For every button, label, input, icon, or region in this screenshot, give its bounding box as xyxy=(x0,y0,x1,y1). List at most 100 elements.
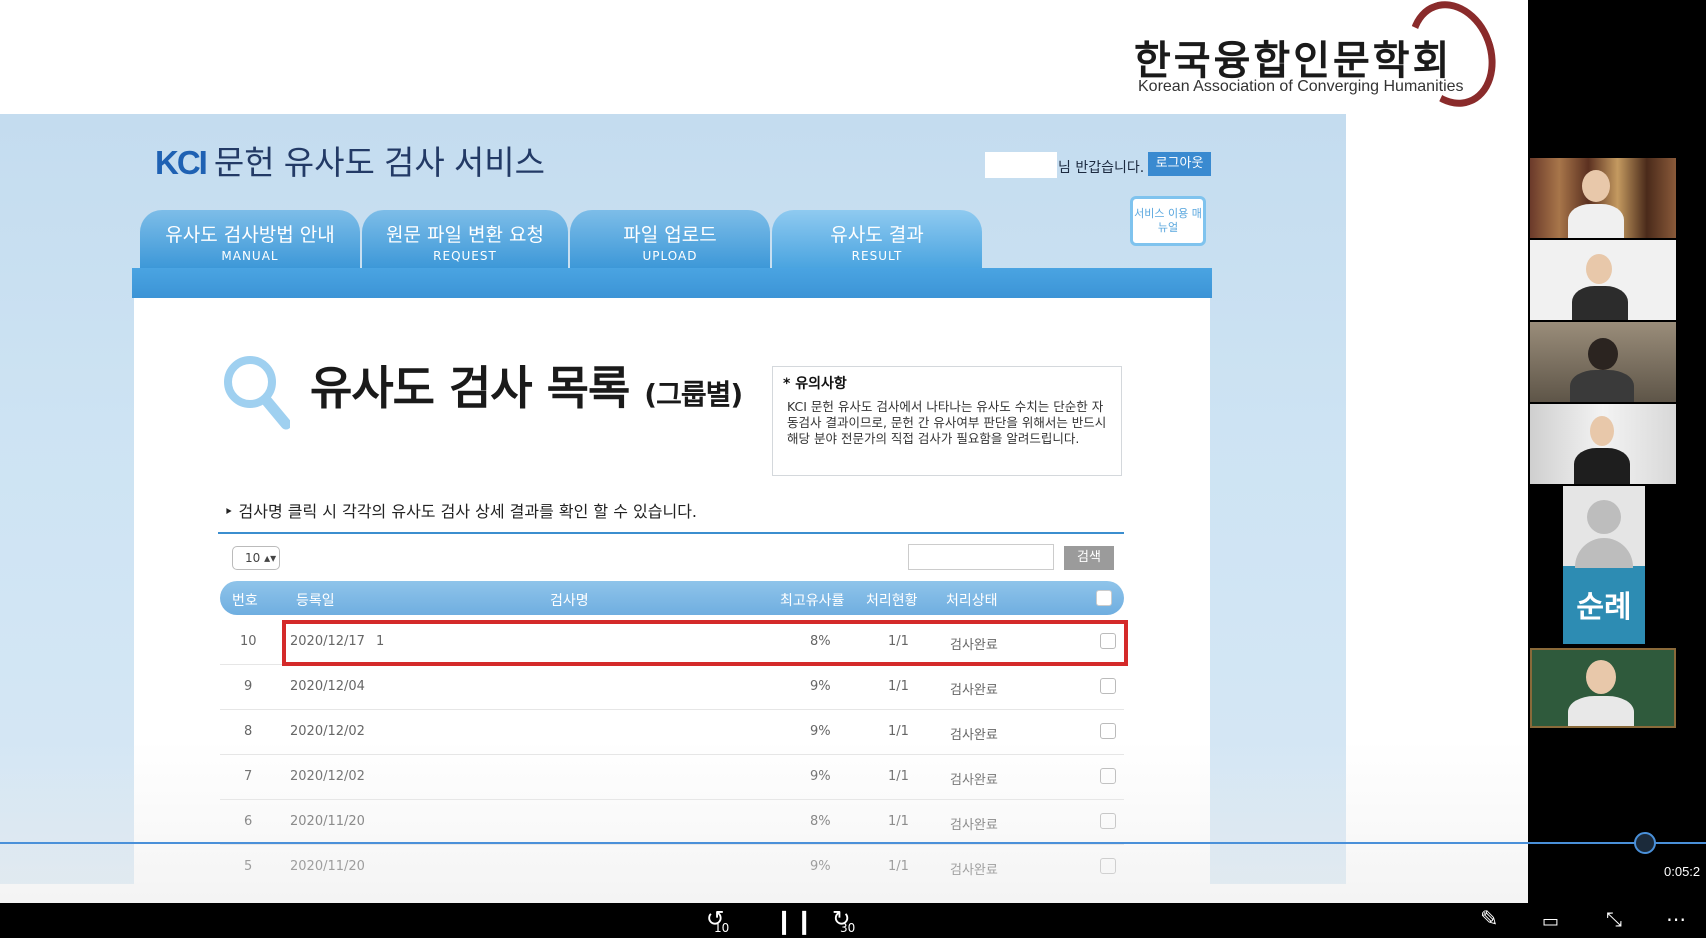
tab-request-label: 원문 파일 변환 요청 xyxy=(386,224,544,246)
table-row[interactable]: 7 2020/12/02 9% 1/1 검사완료 xyxy=(220,755,1124,800)
row-date: 2020/12/02 xyxy=(290,769,365,784)
table-row[interactable]: 5 2020/11/20 9% 1/1 검사완료 xyxy=(220,845,1124,884)
pencil-icon: ✎ xyxy=(1480,907,1499,932)
magnifier-icon xyxy=(224,356,290,430)
row-number: 6 xyxy=(244,814,253,829)
notice-heading: * 유의사항 xyxy=(783,376,847,392)
participant-avatar-tile[interactable]: 순례 xyxy=(1563,486,1645,644)
participant-video[interactable] xyxy=(1530,404,1676,484)
table-row[interactable]: 9 2020/12/04 9% 1/1 검사완료 xyxy=(220,665,1124,710)
page-size-select[interactable]: 10 ▴▾ xyxy=(232,546,280,570)
skip-forward-amount: 30 xyxy=(840,921,856,935)
skip-back-button[interactable]: ↺ 10 xyxy=(706,907,729,935)
result-list-panel: 유사도 검사 목록 (그룹별) * 유의사항 KCI 문헌 유사도 검사에서 나… xyxy=(134,298,1210,884)
tab-upload[interactable]: 파일 업로드 UPLOAD xyxy=(570,210,770,268)
service-manual-button[interactable]: 서비스 이용 매뉴얼 xyxy=(1130,196,1206,246)
tab-result-label: 유사도 결과 xyxy=(830,224,924,246)
list-title-main: 유사도 검사 목록 xyxy=(310,361,630,415)
row-status: 검사완료 xyxy=(950,863,998,878)
row-rate: 9% xyxy=(810,769,831,784)
kci-service-name: 문헌 유사도 검사 서비스 xyxy=(213,144,545,181)
row-status: 검사완료 xyxy=(950,818,998,833)
row-date: 2020/11/20 xyxy=(290,814,365,829)
welcome-text: 님 반갑습니다. xyxy=(1058,160,1145,176)
seek-bar[interactable] xyxy=(0,842,1706,844)
tab-request-sublabel: REQUEST xyxy=(433,249,497,263)
participant-face xyxy=(1586,254,1612,284)
kci-service-title: KCI 문헌 유사도 검사 서비스 xyxy=(155,136,545,184)
exit-fullscreen-button[interactable]: ⤡ xyxy=(1606,907,1622,931)
col-date: 등록일 xyxy=(296,593,335,609)
kci-brand: KCI xyxy=(155,144,208,181)
video-player: 한국융합인문학회 Korean Association of Convergin… xyxy=(0,0,1706,938)
tab-upload-sublabel: UPLOAD xyxy=(642,249,698,263)
col-name: 검사명 xyxy=(550,593,589,609)
participant-face xyxy=(1590,416,1614,446)
logout-button[interactable]: 로그아웃 xyxy=(1148,152,1211,176)
search-input[interactable] xyxy=(908,544,1054,570)
seek-thumb[interactable] xyxy=(1634,832,1656,854)
presentation-slide: 한국융합인문학회 Korean Association of Convergin… xyxy=(0,0,1528,903)
row-progress: 1/1 xyxy=(888,769,909,784)
participant-strip: 순례 xyxy=(1530,158,1676,728)
participant-body xyxy=(1572,286,1628,320)
tab-request[interactable]: 원문 파일 변환 요청 REQUEST xyxy=(362,210,568,268)
row-date: 2020/11/20 xyxy=(290,859,365,874)
row-progress: 1/1 xyxy=(888,679,909,694)
user-name-redacted xyxy=(985,152,1057,178)
row-checkbox[interactable] xyxy=(1100,678,1116,694)
row-checkbox[interactable] xyxy=(1100,813,1116,829)
participant-face xyxy=(1586,660,1616,694)
row-date: 2020/12/02 xyxy=(290,724,365,739)
list-title-sub: (그룹별) xyxy=(644,378,743,411)
row-status: 검사완료 xyxy=(950,728,998,743)
tab-result[interactable]: 유사도 결과 RESULT xyxy=(772,210,982,268)
annotate-button[interactable]: ✎ xyxy=(1480,907,1498,932)
notice-box: * 유의사항 KCI 문헌 유사도 검사에서 나타나는 유사도 수치는 단순한 … xyxy=(772,366,1122,476)
participant-name: 순례 xyxy=(1576,590,1632,625)
more-options-button[interactable]: ⋯ xyxy=(1666,907,1686,931)
tab-manual-label: 유사도 검사방법 안내 xyxy=(165,224,335,246)
select-all-checkbox[interactable] xyxy=(1096,590,1112,606)
participant-face xyxy=(1582,170,1610,202)
miniplayer-button[interactable]: ▭ xyxy=(1542,911,1559,932)
tab-manual[interactable]: 유사도 검사방법 안내 MANUAL xyxy=(140,210,360,268)
participant-body xyxy=(1570,370,1634,402)
pause-icon: ❙❙ xyxy=(774,907,815,935)
tab-upload-label: 파일 업로드 xyxy=(623,224,717,246)
row-rate: 9% xyxy=(810,724,831,739)
table-header: 번호 등록일 검사명 최고유사률 처리현황 처리상태 xyxy=(220,581,1124,615)
search-button[interactable]: 검색 xyxy=(1064,546,1114,570)
divider xyxy=(218,532,1124,534)
participant-video[interactable] xyxy=(1530,322,1676,402)
participant-face xyxy=(1588,338,1618,370)
participant-body xyxy=(1568,204,1624,238)
col-status: 처리상태 xyxy=(946,593,998,609)
elapsed-time: 0:05:2 xyxy=(1664,864,1701,879)
skip-forward-button[interactable]: ↻ 30 xyxy=(832,907,855,935)
table-row[interactable]: 8 2020/12/02 9% 1/1 검사완료 xyxy=(220,710,1124,755)
participant-body xyxy=(1568,696,1634,726)
col-max-rate: 최고유사률 xyxy=(780,593,845,609)
row-checkbox[interactable] xyxy=(1100,858,1116,874)
table-row[interactable]: 6 2020/11/20 8% 1/1 검사완료 xyxy=(220,800,1124,845)
row-checkbox[interactable] xyxy=(1100,723,1116,739)
row-rate: 9% xyxy=(810,679,831,694)
notice-body: KCI 문헌 유사도 검사에서 나타나는 유사도 수치는 단순한 자동검사 결과… xyxy=(787,399,1107,446)
row-rate: 8% xyxy=(810,814,831,829)
participant-video[interactable] xyxy=(1530,240,1676,320)
highlight-box xyxy=(282,620,1128,666)
pause-button[interactable]: ❙❙ xyxy=(774,907,814,935)
row-number: 7 xyxy=(244,769,253,784)
row-rate: 9% xyxy=(810,859,831,874)
list-title: 유사도 검사 목록 (그룹별) xyxy=(310,352,743,418)
tab-result-sublabel: RESULT xyxy=(851,249,903,263)
participant-video[interactable] xyxy=(1530,158,1676,238)
collapse-icon: ⤡ xyxy=(1606,907,1622,931)
row-progress: 1/1 xyxy=(888,859,909,874)
row-checkbox[interactable] xyxy=(1100,768,1116,784)
row-number: 5 xyxy=(244,859,253,874)
participant-video[interactable] xyxy=(1530,648,1676,728)
row-status: 검사완료 xyxy=(950,773,998,788)
avatar-head xyxy=(1587,500,1621,534)
